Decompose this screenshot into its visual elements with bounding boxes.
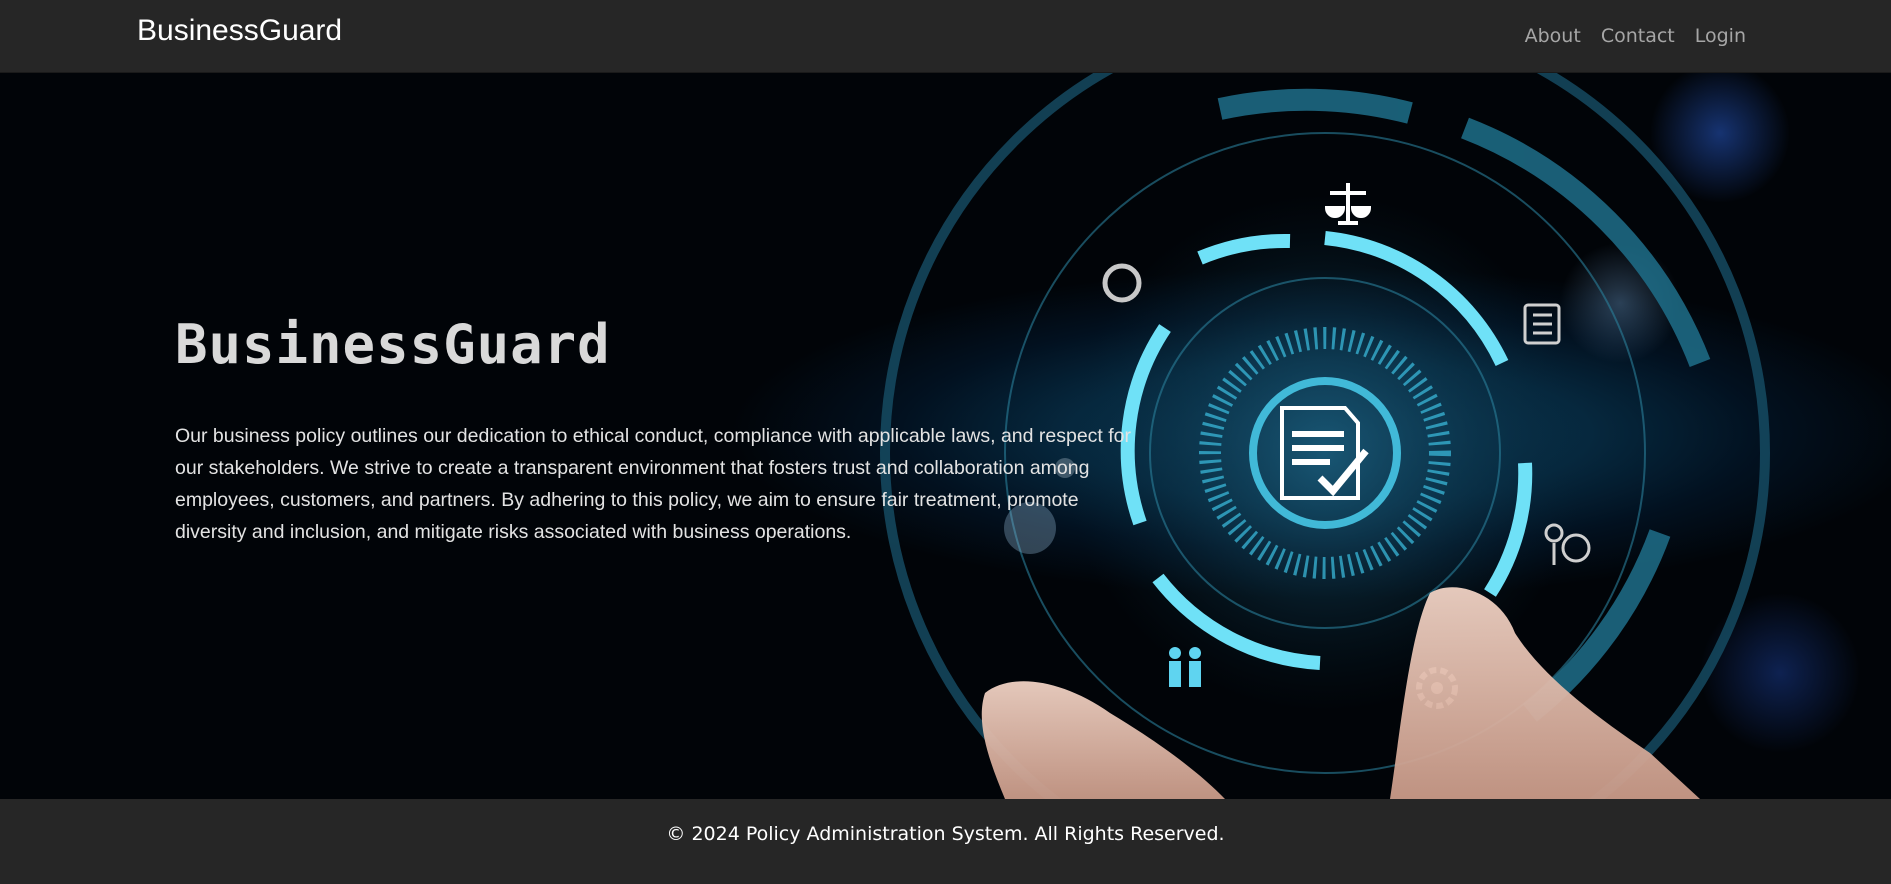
hero-title: BusinessGuard bbox=[175, 313, 611, 376]
nav-link-contact[interactable]: Contact bbox=[1601, 24, 1675, 48]
nav-links: About Contact Login bbox=[1525, 24, 1746, 48]
hero-banner: BusinessGuard Our business policy outlin… bbox=[0, 73, 1891, 799]
top-navbar: BusinessGuard About Contact Login bbox=[0, 0, 1891, 73]
hero-description: Our business policy outlines our dedicat… bbox=[175, 425, 1132, 543]
nav-link-login[interactable]: Login bbox=[1695, 24, 1746, 48]
nav-link-about[interactable]: About bbox=[1525, 24, 1581, 48]
page-footer: © 2024 Policy Administration System. All… bbox=[0, 799, 1891, 884]
footer-copyright: © 2024 Policy Administration System. All… bbox=[666, 823, 1225, 845]
brand-link[interactable]: BusinessGuard bbox=[137, 12, 342, 50]
